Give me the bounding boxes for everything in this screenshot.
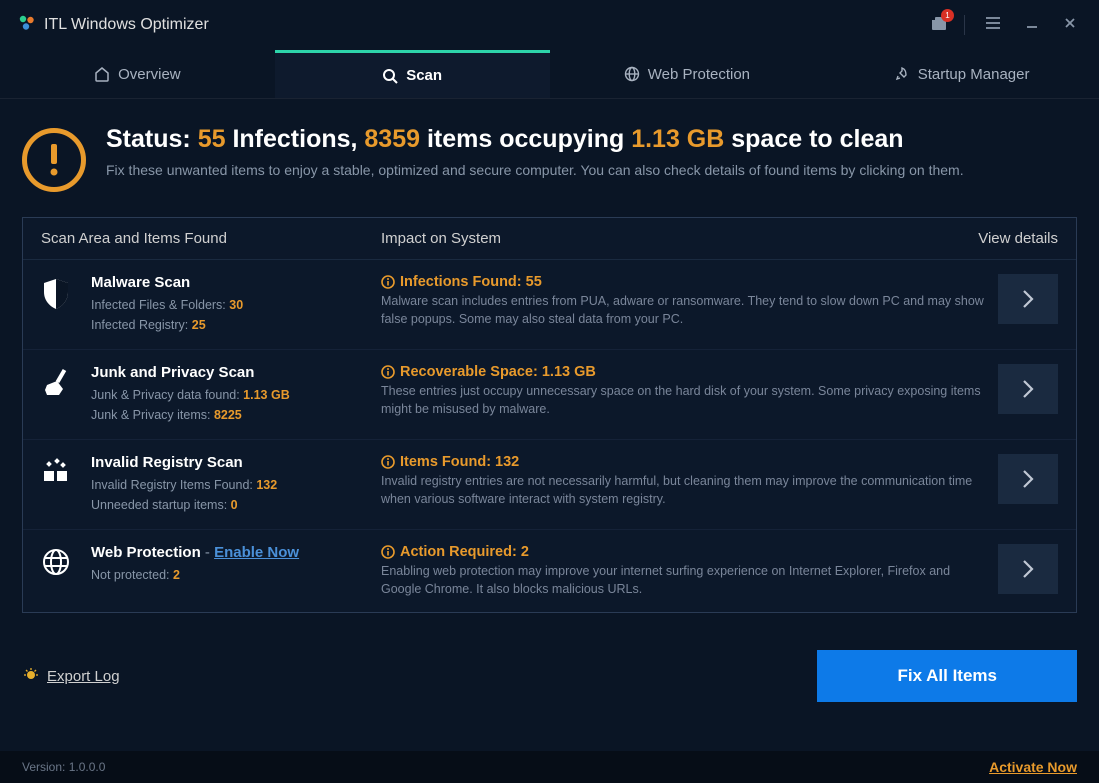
info-icon (381, 275, 395, 289)
close-icon (1063, 16, 1077, 30)
registry-impact-title: Items Found: 132 (381, 454, 988, 470)
version-label: Version: 1.0.0.0 (22, 760, 105, 774)
close-button[interactable] (1059, 14, 1081, 36)
junk-impact-desc: These entries just occupy unnecessary sp… (381, 383, 988, 418)
chevron-right-icon (1021, 378, 1035, 400)
tab-web-protection[interactable]: Web Protection (550, 50, 825, 98)
col-view-details: View details (938, 230, 1058, 247)
chevron-right-icon (1021, 288, 1035, 310)
web-sub1: Not protected: 2 (91, 565, 381, 585)
row-malware-scan: Malware Scan Infected Files & Folders: 3… (23, 260, 1076, 350)
tab-startup-manager[interactable]: Startup Manager (824, 50, 1099, 98)
app-title: ITL Windows Optimizer (44, 16, 209, 34)
registry-title: Invalid Registry Scan (91, 454, 381, 471)
globe-icon (41, 547, 71, 577)
tab-startup-label: Startup Manager (918, 66, 1030, 83)
status-heading: Status: 55 Infections, 8359 items occupy… (106, 124, 964, 154)
web-impact-title: Action Required: 2 (381, 544, 988, 560)
row-web-protection: Web Protection - Enable Now Not protecte… (23, 530, 1076, 612)
rocket-icon (894, 66, 910, 82)
tab-overview[interactable]: Overview (0, 50, 275, 98)
tab-scan[interactable]: Scan (275, 50, 550, 98)
footer-actions: Export Log Fix All Items (0, 628, 1099, 712)
row-junk-scan: Junk and Privacy Scan Junk & Privacy dat… (23, 350, 1076, 440)
notification-badge: 1 (941, 9, 954, 22)
activate-now-link[interactable]: Activate Now (989, 759, 1077, 775)
chevron-right-icon (1021, 558, 1035, 580)
menu-button[interactable] (981, 14, 1005, 36)
malware-impact-title: Infections Found: 55 (381, 274, 988, 290)
fix-all-button[interactable]: Fix All Items (817, 650, 1077, 702)
warning-icon (22, 128, 86, 192)
tab-scan-label: Scan (406, 67, 442, 84)
junk-sub1: Junk & Privacy data found: 1.13 GB (91, 385, 381, 405)
search-icon (382, 68, 398, 84)
tab-overview-label: Overview (118, 66, 181, 83)
minimize-button[interactable] (1021, 14, 1043, 36)
malware-title: Malware Scan (91, 274, 381, 291)
junk-sub2: Junk & Privacy items: 8225 (91, 405, 381, 425)
broom-icon (41, 367, 73, 399)
shield-icon (41, 277, 71, 311)
enable-now-link[interactable]: Enable Now (214, 544, 299, 561)
info-icon (381, 455, 395, 469)
row-registry-scan: Invalid Registry Scan Invalid Registry I… (23, 440, 1076, 530)
divider (964, 15, 965, 35)
bulb-icon (22, 667, 40, 685)
col-scan-area: Scan Area and Items Found (41, 230, 381, 247)
home-icon (94, 66, 110, 82)
web-title: Web Protection - Enable Now (91, 544, 381, 561)
export-log-link[interactable]: Export Log (22, 667, 120, 685)
malware-sub2: Infected Registry: 25 (91, 315, 381, 335)
info-icon (381, 545, 395, 559)
malware-impact-desc: Malware scan includes entries from PUA, … (381, 293, 988, 328)
status-summary: Status: 55 Infections, 8359 items occupy… (22, 124, 1077, 192)
main-tabs: Overview Scan Web Protection Startup Man… (0, 50, 1099, 99)
scan-results-table: Scan Area and Items Found Impact on Syst… (22, 217, 1077, 613)
junk-details-button[interactable] (998, 364, 1058, 414)
malware-details-button[interactable] (998, 274, 1058, 324)
tab-web-label: Web Protection (648, 66, 750, 83)
col-impact: Impact on System (381, 230, 938, 247)
chevron-right-icon (1021, 468, 1035, 490)
hamburger-icon (985, 16, 1001, 30)
globe-icon (624, 66, 640, 82)
titlebar: ITL Windows Optimizer 1 (0, 0, 1099, 50)
registry-icon (41, 457, 71, 487)
web-impact-desc: Enabling web protection may improve your… (381, 563, 988, 598)
status-description: Fix these unwanted items to enjoy a stab… (106, 162, 964, 178)
app-logo-icon (18, 14, 36, 37)
malware-sub1: Infected Files & Folders: 30 (91, 295, 381, 315)
minimize-icon (1025, 16, 1039, 30)
registry-sub1: Invalid Registry Items Found: 132 (91, 475, 381, 495)
table-header: Scan Area and Items Found Impact on Syst… (23, 218, 1076, 260)
registry-impact-desc: Invalid registry entries are not necessa… (381, 473, 988, 508)
junk-title: Junk and Privacy Scan (91, 364, 381, 381)
info-icon (381, 365, 395, 379)
registry-sub2: Unneeded startup items: 0 (91, 495, 381, 515)
junk-impact-title: Recoverable Space: 1.13 GB (381, 364, 988, 380)
bottom-bar: Version: 1.0.0.0 Activate Now (0, 751, 1099, 783)
toolbox-button[interactable]: 1 (930, 15, 948, 36)
web-details-button[interactable] (998, 544, 1058, 594)
registry-details-button[interactable] (998, 454, 1058, 504)
